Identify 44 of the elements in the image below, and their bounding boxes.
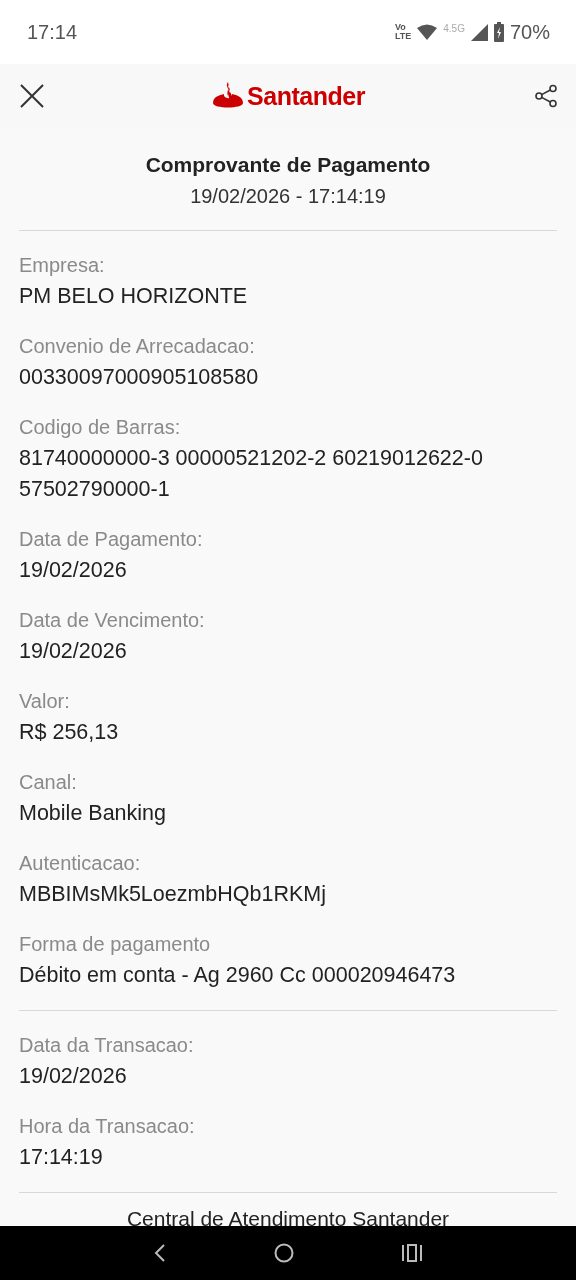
network-type: 4.5G bbox=[443, 22, 465, 34]
close-button[interactable] bbox=[20, 84, 44, 108]
field-label: Hora da Transacao: bbox=[19, 1114, 196, 1139]
battery-percent: 70% bbox=[509, 20, 550, 44]
field-value: Mobile Banking bbox=[19, 800, 167, 827]
field-label: Data de Pagamento: bbox=[19, 527, 204, 552]
field-value: 19/02/2026 bbox=[19, 638, 128, 665]
field-value: PM BELO HORIZONTE bbox=[19, 283, 249, 310]
field-label: Convenio de Arrecadacao: bbox=[19, 334, 256, 359]
flame-logo-icon bbox=[213, 82, 244, 110]
field-value: R$ 256,13 bbox=[19, 719, 120, 746]
field-label: Forma de pagamento bbox=[19, 932, 212, 957]
share-button[interactable] bbox=[534, 84, 558, 108]
signal-icon bbox=[470, 23, 488, 41]
battery-charging-icon bbox=[493, 22, 504, 42]
field-value: 19/02/2026 bbox=[19, 557, 128, 584]
field-value: 81740000000-3 00000521202-2 60219012622-0 57502790000-1 bbox=[19, 445, 484, 503]
close-icon bbox=[20, 84, 44, 108]
support-title: Central de Atendimento Santander bbox=[125, 1206, 451, 1231]
back-icon bbox=[154, 1244, 166, 1262]
field-value: MBBIMsMk5LoezmbHQb1RKMj bbox=[19, 881, 328, 908]
recent-apps-icon bbox=[402, 1244, 422, 1262]
field-label: Codigo de Barras: bbox=[19, 415, 182, 440]
wifi-icon bbox=[417, 24, 438, 40]
home-icon bbox=[274, 1243, 294, 1263]
field-label: Valor: bbox=[19, 689, 71, 714]
field-value: 17:14:19 bbox=[19, 1144, 104, 1171]
home-button[interactable] bbox=[274, 1243, 294, 1263]
receipt-timestamp: 19/02/2026 - 17:14:19 bbox=[190, 184, 386, 209]
clock-time: 17:14 bbox=[27, 20, 79, 44]
field-label: Empresa: bbox=[19, 253, 106, 278]
back-button[interactable] bbox=[154, 1244, 166, 1262]
brand-name: Santander bbox=[247, 81, 365, 111]
share-icon bbox=[534, 84, 558, 108]
volte-indicator: Vo LTE bbox=[394, 23, 412, 41]
field-value: Débito em conta - Ag 2960 Cc 000020946473 bbox=[19, 962, 457, 989]
receipt-title: Comprovante de Pagamento bbox=[145, 152, 431, 178]
field-label: Data da Transacao: bbox=[19, 1033, 195, 1058]
field-label: Canal: bbox=[19, 770, 78, 795]
field-label: Data de Vencimento: bbox=[19, 608, 206, 633]
field-value: 19/02/2026 bbox=[19, 1063, 128, 1090]
field-label: Autenticacao: bbox=[19, 851, 142, 876]
field-value: 00330097000905108580 bbox=[19, 364, 260, 391]
recent-apps-button[interactable] bbox=[402, 1244, 422, 1262]
